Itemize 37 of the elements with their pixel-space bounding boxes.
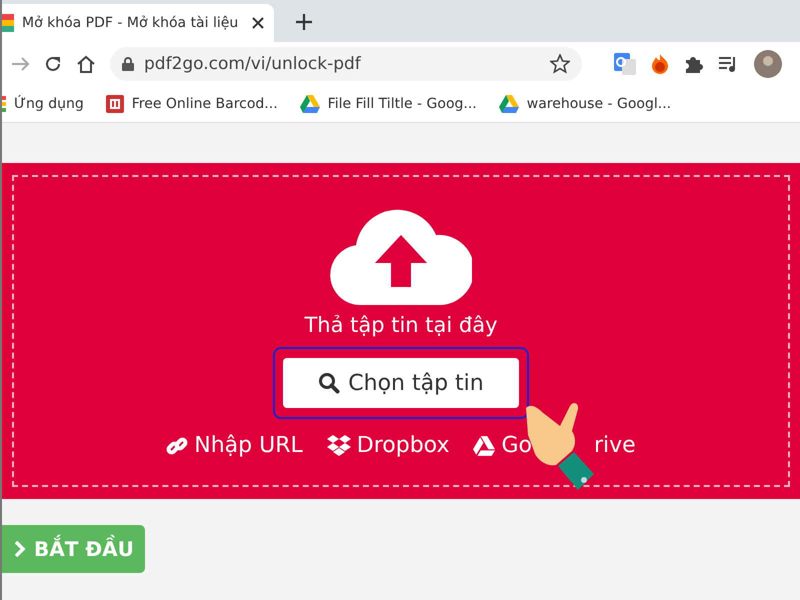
lock-icon bbox=[122, 57, 134, 71]
browser-tab[interactable]: Mở khóa PDF - Mở khóa tài liệu bbox=[2, 4, 274, 42]
bookmark-label: warehouse - Googl... bbox=[526, 96, 672, 112]
source-link[interactable]: Go bbox=[473, 433, 532, 458]
source-link[interactable]: Nhập URL bbox=[166, 433, 303, 458]
bookmark-label: File Fill Tiltle - Goog... bbox=[328, 96, 477, 112]
avatar-icon[interactable] bbox=[754, 50, 782, 78]
source-link[interactable]: Dropbox bbox=[326, 433, 450, 458]
bookmark-label: Free Online Barcod... bbox=[132, 96, 278, 112]
tab-title: Mở khóa PDF - Mở khóa tài liệu bbox=[22, 15, 240, 31]
url-text: pdf2go.com/vi/unlock-pdf bbox=[144, 54, 362, 74]
bookmark[interactable]: warehouse - Googl... bbox=[498, 95, 672, 113]
flame-icon[interactable] bbox=[650, 53, 670, 75]
drive-icon bbox=[498, 95, 519, 113]
drop-zone[interactable]: Thả tập tin tại đây Chọn tập tin Nhập URL Dropbox Go rive bbox=[12, 175, 790, 487]
reload-icon[interactable] bbox=[44, 55, 62, 73]
drive-icon bbox=[473, 436, 496, 456]
star-icon[interactable] bbox=[550, 54, 570, 74]
bookmark[interactable]: File Fill Tiltle - Goog... bbox=[300, 95, 477, 113]
chevron-icon bbox=[14, 540, 26, 558]
close-icon[interactable] bbox=[252, 17, 264, 29]
pdf2go-logo-icon bbox=[2, 14, 14, 32]
drop-text: Thả tập tin tại đây bbox=[304, 313, 498, 337]
search-icon bbox=[318, 372, 340, 394]
apps-icon bbox=[2, 96, 6, 112]
link-icon bbox=[166, 434, 188, 456]
link-text: rive bbox=[594, 433, 636, 458]
choose-file-button[interactable]: Chọn tập tin bbox=[283, 358, 519, 408]
new-tab-icon[interactable] bbox=[296, 14, 312, 30]
dropbox-icon bbox=[326, 434, 351, 456]
home-icon[interactable] bbox=[76, 55, 96, 73]
puzzle-icon[interactable] bbox=[684, 54, 704, 74]
drive-icon bbox=[300, 95, 320, 113]
barcode-icon bbox=[106, 95, 124, 113]
bookmark[interactable]: Free Online Barcod... bbox=[106, 95, 278, 113]
address-bar[interactable]: pdf2go.com/vi/unlock-pdf bbox=[110, 47, 582, 81]
translate-icon[interactable] bbox=[614, 53, 636, 75]
